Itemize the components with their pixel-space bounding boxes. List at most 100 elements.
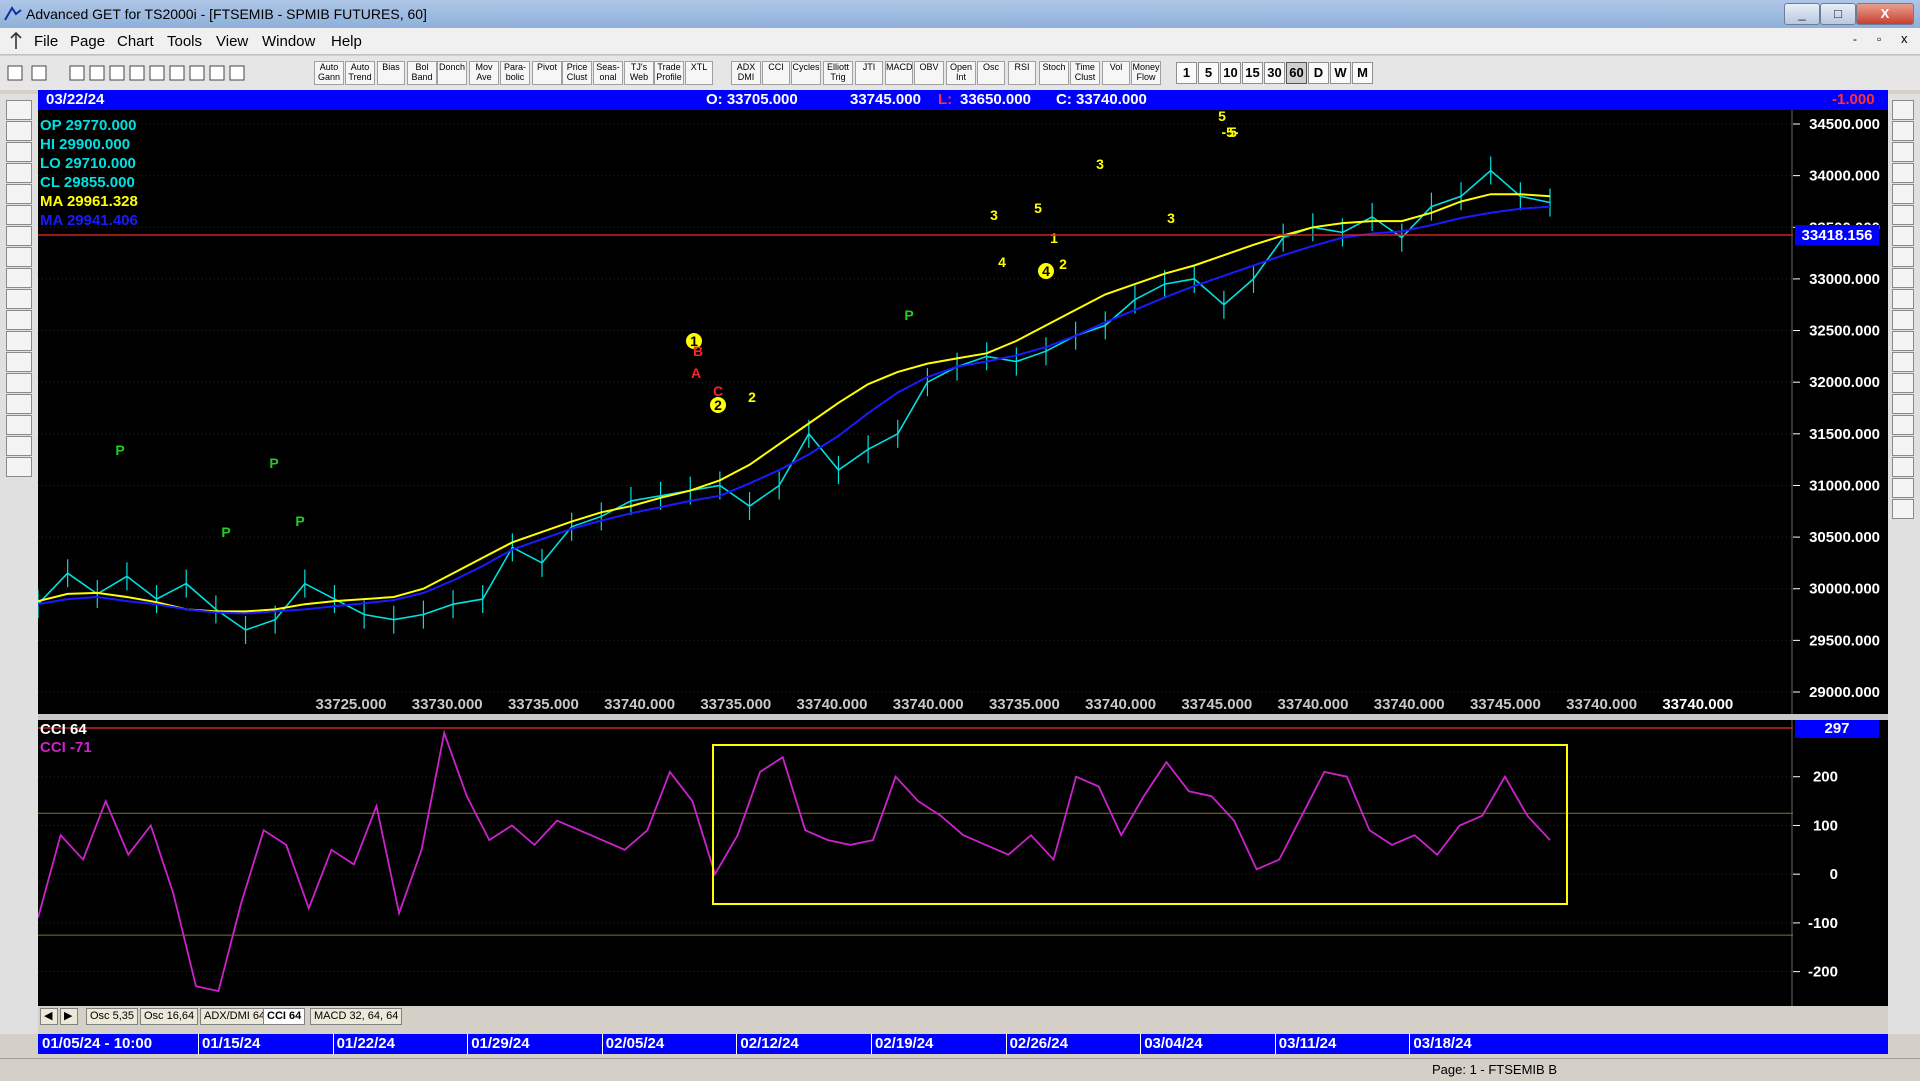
price-chart[interactable]: PPPPP1ABC2234354123455-5- 34500.00034000…	[38, 110, 1888, 714]
left-tool-icon[interactable]	[6, 142, 32, 162]
price-tick-label: 29500.000	[1809, 632, 1880, 649]
menu-tools[interactable]: Tools	[167, 33, 202, 50]
right-toolbar	[1888, 94, 1920, 1034]
left-tool-icon[interactable]	[6, 289, 32, 309]
left-tool-icon[interactable]	[6, 310, 32, 330]
study-button-18[interactable]: MACD	[885, 61, 913, 85]
right-tool-icon[interactable]	[1892, 310, 1914, 330]
study-button-13[interactable]: ADX DMI	[731, 61, 761, 85]
interval-button-60[interactable]: 60	[1286, 62, 1307, 84]
right-tool-icon[interactable]	[1892, 436, 1914, 456]
indicator-tab[interactable]: ADX/DMI 64	[200, 1008, 270, 1025]
right-tool-icon[interactable]	[1892, 394, 1914, 414]
menu-window[interactable]: Window	[262, 33, 315, 50]
left-tool-icon[interactable]	[6, 394, 32, 414]
study-button-19[interactable]: OBV	[914, 61, 944, 85]
study-button-2[interactable]: Bias	[377, 61, 405, 85]
menu-file[interactable]: File	[34, 33, 58, 50]
study-button-12[interactable]: XTL	[685, 61, 713, 85]
indicator-tab[interactable]: Osc 5,35	[86, 1008, 139, 1025]
left-tool-icon[interactable]	[6, 100, 32, 120]
study-button-17[interactable]: JTI	[855, 61, 883, 85]
right-tool-icon[interactable]	[1892, 478, 1914, 498]
maximize-button[interactable]: □	[1820, 3, 1856, 25]
left-tool-icon[interactable]	[6, 457, 32, 477]
study-button-26[interactable]: Money Flow	[1131, 61, 1161, 85]
right-tool-icon[interactable]	[1892, 289, 1914, 309]
study-button-6[interactable]: Para- bolic	[500, 61, 530, 85]
study-button-9[interactable]: Seas- onal	[593, 61, 623, 85]
left-tool-icon[interactable]	[6, 436, 32, 456]
right-tool-icon[interactable]	[1892, 415, 1914, 435]
interval-button-1[interactable]: 1	[1176, 62, 1197, 84]
minimize-button[interactable]: _	[1784, 3, 1820, 25]
wave-label: A	[691, 365, 701, 381]
interval-button-10[interactable]: 10	[1220, 62, 1241, 84]
study-button-5[interactable]: Mov Ave	[469, 61, 499, 85]
right-tool-icon[interactable]	[1892, 499, 1914, 519]
close-button[interactable]: X	[1856, 3, 1914, 25]
study-button-11[interactable]: Trade Profile	[654, 61, 684, 85]
menu-view[interactable]: View	[216, 33, 248, 50]
study-button-14[interactable]: CCI	[762, 61, 790, 85]
study-button-4[interactable]: Donch	[437, 61, 467, 85]
right-tool-icon[interactable]	[1892, 373, 1914, 393]
study-button-22[interactable]: RSI	[1008, 61, 1036, 85]
right-tool-icon[interactable]	[1892, 268, 1914, 288]
left-tool-icon[interactable]	[6, 352, 32, 372]
right-tool-icon[interactable]	[1892, 100, 1914, 120]
study-button-16[interactable]: Elliott Trig	[823, 61, 853, 85]
child-minimize-button[interactable]: -	[1853, 32, 1857, 46]
study-button-1[interactable]: Auto Trend	[345, 61, 375, 85]
left-tool-icon[interactable]	[6, 268, 32, 288]
left-tool-icon[interactable]	[6, 415, 32, 435]
indicator-tab[interactable]: MACD 32, 64, 64	[310, 1008, 403, 1025]
left-tool-icon[interactable]	[6, 163, 32, 183]
indicator-tab[interactable]: CCI 64	[263, 1008, 306, 1025]
right-tool-icon[interactable]	[1892, 331, 1914, 351]
left-tool-icon[interactable]	[6, 205, 32, 225]
study-button-15[interactable]: Cycles	[791, 61, 821, 85]
child-close-button[interactable]: x	[1901, 31, 1908, 46]
interval-button-D[interactable]: D	[1308, 62, 1329, 84]
right-tool-icon[interactable]	[1892, 226, 1914, 246]
indicator-tab[interactable]: Osc 16,64	[140, 1008, 199, 1025]
study-button-25[interactable]: Vol	[1102, 61, 1130, 85]
study-button-7[interactable]: Pivot	[532, 61, 562, 85]
interval-button-W[interactable]: W	[1330, 62, 1351, 84]
tab-scroll-right[interactable]: ▶	[60, 1008, 78, 1025]
interval-button-15[interactable]: 15	[1242, 62, 1263, 84]
interval-button-M[interactable]: M	[1352, 62, 1373, 84]
study-button-20[interactable]: Open Int	[946, 61, 976, 85]
study-button-10[interactable]: TJ's Web	[624, 61, 654, 85]
right-tool-icon[interactable]	[1892, 457, 1914, 477]
left-tool-icon[interactable]	[6, 247, 32, 267]
tab-scroll-left[interactable]: ◀	[40, 1008, 58, 1025]
right-tool-icon[interactable]	[1892, 121, 1914, 141]
interval-button-5[interactable]: 5	[1198, 62, 1219, 84]
study-button-23[interactable]: Stoch	[1039, 61, 1069, 85]
right-tool-icon[interactable]	[1892, 163, 1914, 183]
right-tool-icon[interactable]	[1892, 247, 1914, 267]
study-button-3[interactable]: Bol Band	[407, 61, 437, 85]
right-tool-icon[interactable]	[1892, 205, 1914, 225]
left-tool-icon[interactable]	[6, 184, 32, 204]
right-tool-icon[interactable]	[1892, 142, 1914, 162]
study-button-24[interactable]: Time Clust	[1070, 61, 1100, 85]
interval-button-30[interactable]: 30	[1264, 62, 1285, 84]
left-tool-icon[interactable]	[6, 121, 32, 141]
child-restore-button[interactable]: ▫	[1877, 32, 1881, 46]
right-tool-icon[interactable]	[1892, 352, 1914, 372]
left-tool-icon[interactable]	[6, 331, 32, 351]
study-button-21[interactable]: Osc	[977, 61, 1005, 85]
left-tool-icon[interactable]	[6, 226, 32, 246]
study-button-8[interactable]: Price Clust	[562, 61, 592, 85]
left-tool-icon[interactable]	[6, 373, 32, 393]
menu-page[interactable]: Page	[70, 33, 105, 50]
right-tool-icon[interactable]	[1892, 184, 1914, 204]
date-separator	[871, 1034, 872, 1054]
cci-pane[interactable]: 200 100 0 -100 -200 CCI 64 CCI -71 297	[38, 720, 1888, 1006]
menu-chart[interactable]: Chart	[117, 33, 154, 50]
menu-help[interactable]: Help	[331, 33, 362, 50]
study-button-0[interactable]: Auto Gann	[314, 61, 344, 85]
